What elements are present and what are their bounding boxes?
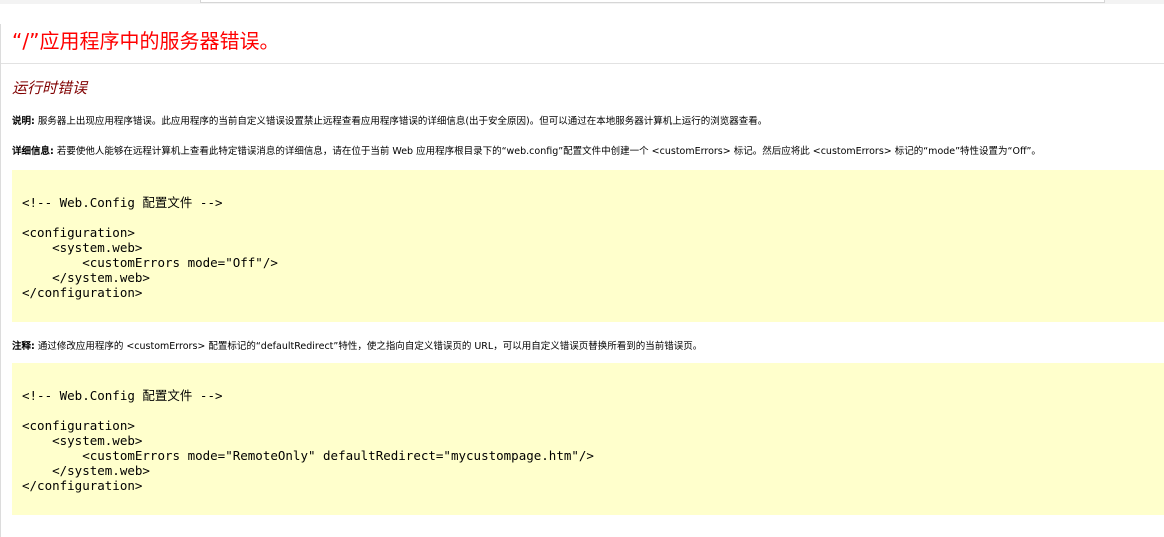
note-paragraph: 注释: 通过修改应用程序的 <customErrors> 配置标记的“defau… xyxy=(12,340,702,354)
description-text: 服务器上出现应用程序错误。此应用程序的当前自定义错误设置禁止远程查看应用程序错误… xyxy=(34,116,768,127)
code-line: </system.web> xyxy=(22,270,150,285)
code-block-remote-only: <!-- Web.Config 配置文件 --> <configuration>… xyxy=(12,363,1164,515)
note-text: 通过修改应用程序的 <customErrors> 配置标记的“defaultRe… xyxy=(34,341,703,352)
details-paragraph: 详细信息: 若要使他人能够在远程计算机上查看此特定错误消息的详细信息，请在位于当… xyxy=(12,145,1041,159)
code-line: </configuration> xyxy=(22,285,143,300)
description-label: 说明: xyxy=(12,116,35,127)
address-bar-edge xyxy=(200,0,1105,3)
code-line: <configuration> xyxy=(22,418,135,433)
code-line: </system.web> xyxy=(22,463,150,478)
code-line: <!-- Web.Config 配置文件 --> xyxy=(22,388,223,403)
code-line: <customErrors mode="RemoteOnly" defaultR… xyxy=(22,448,594,463)
section-title: 运行时错误 xyxy=(12,79,88,97)
code-line: <system.web> xyxy=(22,240,143,255)
code-line: <!-- Web.Config 配置文件 --> xyxy=(22,195,223,210)
left-edge-line xyxy=(0,24,1,537)
code-line: <system.web> xyxy=(22,433,143,448)
note-label: 注释: xyxy=(12,341,35,352)
code-line: <configuration> xyxy=(22,225,135,240)
code-block-off: <!-- Web.Config 配置文件 --> <configuration>… xyxy=(12,170,1164,322)
description-paragraph: 说明: 服务器上出现应用程序错误。此应用程序的当前自定义错误设置禁止远程查看应用… xyxy=(12,115,767,129)
details-text: 若要使他人能够在远程计算机上查看此特定错误消息的详细信息，请在位于当前 Web … xyxy=(53,146,1041,157)
code-line: <customErrors mode="Off"/> xyxy=(22,255,278,270)
code-line: </configuration> xyxy=(22,478,143,493)
page-title: “/”应用程序中的服务器错误。 xyxy=(12,29,280,53)
details-label: 详细信息: xyxy=(12,146,54,157)
